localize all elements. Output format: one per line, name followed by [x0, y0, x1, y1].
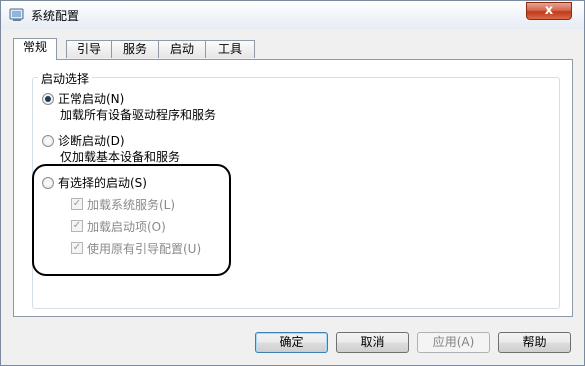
tab-tools[interactable]: 工具	[205, 40, 255, 58]
close-button[interactable]: x	[526, 2, 572, 20]
window-title: 系统配置	[31, 9, 80, 23]
tab-general[interactable]: 常规	[13, 38, 57, 60]
ok-button[interactable]: 确定	[255, 332, 328, 353]
tab-boot[interactable]: 引导	[66, 40, 112, 58]
normal-startup-radio[interactable]	[42, 93, 54, 105]
normal-startup-description: 加载所有设备驱动程序和服务	[60, 108, 217, 122]
tab-startup[interactable]: 启动	[158, 40, 206, 58]
system-config-icon	[9, 8, 24, 21]
cancel-button[interactable]: 取消	[336, 332, 409, 353]
title-bar[interactable]: 系统配置 x	[1, 1, 584, 29]
help-button[interactable]: 帮助	[498, 332, 571, 353]
diagnostic-startup-radio[interactable]	[42, 135, 54, 147]
group-title: 启动选择	[38, 70, 93, 87]
close-icon: x	[544, 3, 554, 18]
apply-button[interactable]: 应用(A)	[417, 332, 490, 353]
highlight-annotation	[32, 164, 231, 276]
normal-startup-label[interactable]: 正常启动(N)	[58, 90, 124, 107]
diagnostic-startup-description: 仅加载基本设备和服务	[60, 150, 181, 164]
diagnostic-startup-label[interactable]: 诊断启动(D)	[58, 132, 125, 149]
tab-services[interactable]: 服务	[111, 40, 159, 58]
system-config-window: 系统配置 x 常规 引导 服务 启动 工具 启动选择 正常启动(N) 加载所有设…	[0, 0, 585, 366]
